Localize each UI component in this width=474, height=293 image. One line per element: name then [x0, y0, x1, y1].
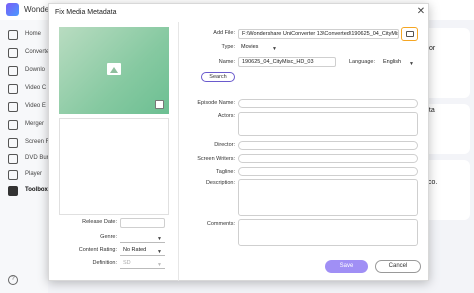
episode-name-input[interactable] [238, 99, 418, 108]
tool-card-text: co. [428, 179, 438, 186]
sidebar-item-label: Video E [25, 103, 46, 109]
sidebar-item-video-compressor[interactable]: Video C [0, 80, 48, 98]
definition-value: SD [123, 260, 131, 266]
content-rating-value: No Rated [123, 247, 147, 253]
player-icon [8, 170, 18, 180]
comments-label: Comments: [206, 221, 235, 227]
toolbox-icon [8, 186, 18, 196]
sidebar-item-merger[interactable]: Merger [0, 116, 48, 134]
sidebar-item-label: Home [25, 31, 42, 37]
type-value: Movies [241, 44, 259, 50]
type-select[interactable]: Movies ▼ [238, 42, 280, 52]
type-label: Type: [221, 44, 235, 50]
sidebar: Home Converte Downlo Video C Video E Mer… [0, 20, 51, 293]
sidebar-item-downloader[interactable]: Downlo [0, 62, 48, 80]
dvd-burner-icon [8, 154, 18, 164]
add-file-input[interactable]: F:\Wondershare UniConverter 13\Converted… [238, 29, 399, 39]
definition-label: Definition: [92, 260, 117, 266]
release-date-input[interactable] [120, 218, 165, 228]
content-rating-label: Content Rating: [78, 247, 117, 253]
language-label: Language: [349, 59, 375, 65]
director-label: Director: [214, 142, 235, 148]
name-input[interactable]: 190625_04_CityMisc_HD_03 [238, 57, 336, 67]
sidebar-item-video-editor[interactable]: Video E [0, 98, 48, 116]
sidebar-item-label: Video C [25, 85, 47, 91]
language-value: English [383, 59, 402, 65]
sidebar-item-label: Toolbox [25, 187, 48, 193]
chevron-down-icon: ▼ [409, 61, 414, 67]
image-icon [107, 63, 121, 75]
description-input[interactable] [238, 179, 418, 216]
poster-area[interactable] [59, 118, 169, 215]
close-icon[interactable]: ✕ [416, 7, 426, 17]
browse-folder-button[interactable] [401, 27, 418, 41]
search-button[interactable]: Search [201, 72, 235, 82]
definition-select: SD ▼ [120, 258, 165, 269]
actors-input[interactable] [238, 112, 418, 136]
video-compressor-icon [8, 84, 18, 94]
sidebar-item-home[interactable]: Home [0, 26, 48, 44]
edit-thumbnail-icon[interactable] [155, 100, 164, 109]
genre-label: Genre: [100, 234, 117, 240]
sidebar-item-label: Player [25, 171, 43, 177]
content-rating-select[interactable]: No Rated ▼ [120, 245, 165, 256]
fix-media-metadata-dialog: Fix Media Metadata ✕ Release Date: Genre… [48, 3, 429, 281]
sidebar-item-toolbox[interactable]: Toolbox [0, 182, 48, 200]
video-editor-icon [8, 102, 18, 112]
episode-name-label: Episode Name: [197, 100, 235, 106]
select-underline [120, 255, 165, 256]
merger-icon [8, 120, 18, 130]
sidebar-item-label: Screen R [25, 139, 51, 145]
screen-recorder-icon [8, 138, 18, 148]
name-label: Name: [218, 59, 235, 65]
language-select[interactable]: English ▼ [380, 57, 417, 67]
help-icon[interactable]: ? [8, 275, 18, 285]
screen-writers-label: Screen Writers: [197, 156, 235, 162]
chevron-down-icon: ▼ [272, 46, 277, 52]
sidebar-item-label: Converte [25, 49, 50, 55]
comments-input[interactable] [238, 219, 418, 246]
save-button[interactable]: Save [325, 260, 368, 273]
select-underline [120, 268, 165, 269]
cover-panel: Release Date: Genre: ▼ Content Rating: N… [49, 22, 179, 281]
cancel-button[interactable]: Cancel [375, 260, 421, 273]
description-label: Description: [205, 180, 235, 186]
download-icon [8, 66, 18, 76]
sidebar-item-label: DVD Bur [25, 155, 49, 161]
dialog-title: Fix Media Metadata [55, 9, 117, 16]
screen-writers-input[interactable] [238, 154, 418, 163]
add-file-label: Add File: [213, 30, 235, 36]
converter-icon [8, 48, 18, 58]
release-date-label: Release Date: [82, 219, 117, 225]
tagline-input[interactable] [238, 167, 418, 176]
app-logo-icon [6, 3, 19, 16]
tagline-label: Tagline: [216, 169, 235, 175]
sidebar-item-label: Downlo [25, 67, 46, 73]
genre-select[interactable]: ▼ [120, 232, 165, 243]
select-underline [120, 242, 165, 243]
home-icon [8, 30, 18, 40]
folder-icon [406, 31, 414, 37]
video-thumbnail [59, 27, 169, 114]
actors-label: Actors: [217, 113, 235, 119]
sidebar-item-converter[interactable]: Converte [0, 44, 50, 62]
director-input[interactable] [238, 141, 418, 150]
sidebar-item-label: Merger [25, 121, 45, 127]
